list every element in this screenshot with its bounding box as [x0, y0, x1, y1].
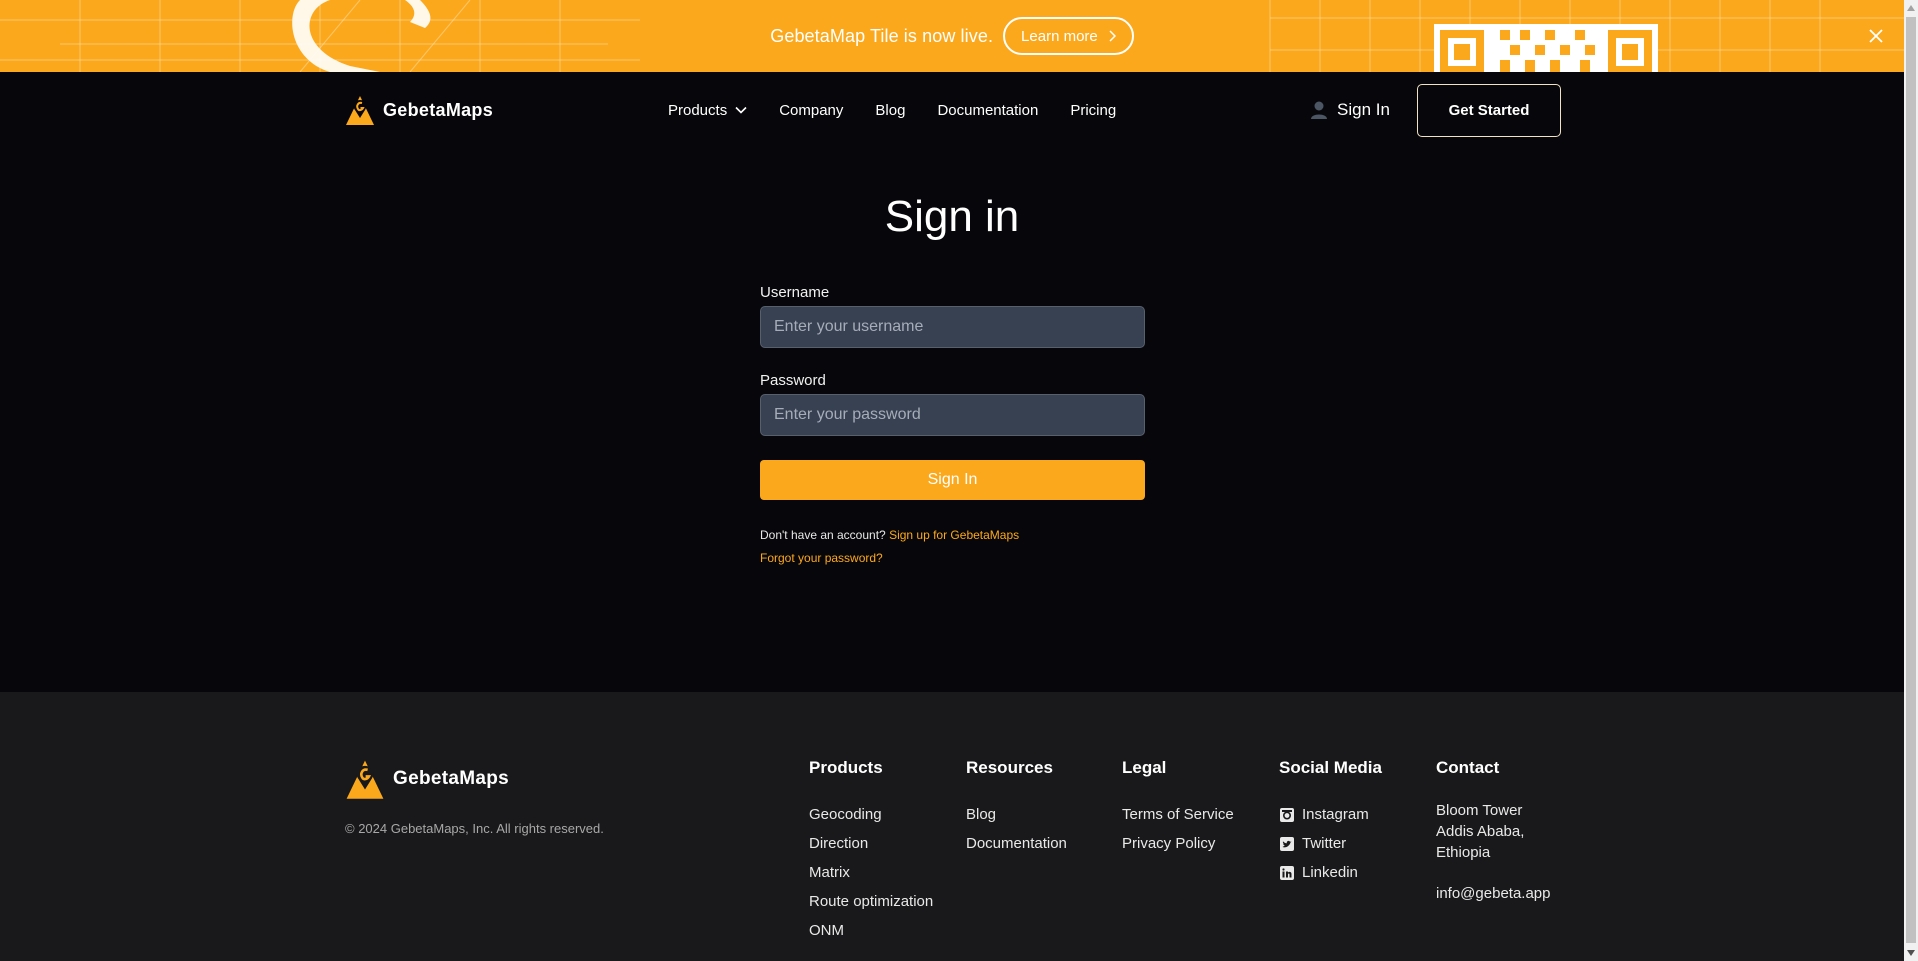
brand-name: GebetaMaps	[383, 99, 494, 120]
banner-text: GebetaMap Tile is now live.	[770, 25, 994, 46]
password-input[interactable]	[760, 394, 1145, 436]
learn-more-button[interactable]: Learn more	[1003, 17, 1134, 55]
nav-company[interactable]: Company	[779, 102, 843, 119]
nav-pricing[interactable]: Pricing	[1070, 102, 1116, 119]
page-title: Sign in	[884, 192, 1020, 241]
footer-link-documentation[interactable]: Documentation	[966, 829, 1067, 858]
footer-link-privacy[interactable]: Privacy Policy	[1122, 829, 1234, 858]
nav-blog[interactable]: Blog	[875, 102, 905, 119]
scroll-down-arrow[interactable]	[1904, 945, 1918, 961]
chevron-right-icon	[1109, 30, 1116, 42]
auth-links: Don't have an account? Sign up for Gebet…	[760, 524, 1145, 570]
scroll-up-icon	[1907, 5, 1915, 11]
header-sign-in-label: Sign In	[1337, 100, 1390, 119]
instagram-label: Instagram	[1302, 806, 1369, 823]
get-started-button[interactable]: Get Started	[1417, 84, 1561, 137]
footer-legal-column: Legal Terms of Service Privacy Policy	[1122, 758, 1234, 858]
scroll-up-arrow[interactable]	[1904, 0, 1918, 16]
sign-in-form: Username Password Sign In Don't have an …	[760, 284, 1145, 570]
nav-products-label: Products	[668, 101, 728, 119]
site-header: GebetaMaps Products Company Blog Documen…	[0, 72, 1904, 148]
scroll-down-icon	[1907, 950, 1915, 956]
site-footer: GebetaMaps © 2024 GebetaMaps, Inc. All r…	[0, 692, 1904, 961]
footer-link-blog[interactable]: Blog	[966, 800, 1067, 829]
footer-brand-name: GebetaMaps	[393, 768, 509, 789]
username-label: Username	[760, 284, 830, 301]
scroll-thumb[interactable]	[1906, 17, 1916, 943]
linkedin-label: Linkedin	[1302, 864, 1358, 881]
password-label: Password	[760, 372, 826, 389]
footer-products-title: Products	[809, 758, 883, 777]
footer-link-matrix[interactable]: Matrix	[809, 858, 933, 887]
chevron-down-icon	[735, 106, 747, 114]
copyright-text: © 2024 GebetaMaps, Inc. All rights reser…	[345, 821, 604, 836]
linkedin-icon	[1280, 865, 1294, 880]
password-field-group: Password	[760, 372, 1145, 436]
header-logo[interactable]: GebetaMaps	[345, 94, 493, 126]
footer-link-linkedin[interactable]: Linkedin	[1279, 858, 1382, 887]
footer-legal-title: Legal	[1122, 758, 1167, 777]
footer-link-terms[interactable]: Terms of Service	[1122, 800, 1234, 829]
footer-social-title: Social Media	[1279, 758, 1382, 777]
footer-resources-title: Resources	[966, 758, 1053, 777]
contact-address-line2: Addis Ababa,	[1436, 823, 1525, 840]
sign-up-link[interactable]: Sign up for GebetaMaps	[889, 528, 1019, 542]
footer-social-column: Social Media Instagram Twitter Linkedin	[1279, 758, 1382, 887]
twitter-label: Twitter	[1302, 835, 1347, 852]
learn-more-label: Learn more	[1021, 27, 1098, 45]
close-banner-button[interactable]	[1862, 22, 1890, 50]
nav-documentation[interactable]: Documentation	[937, 102, 1038, 119]
forgot-password-link[interactable]: Forgot your password?	[760, 551, 883, 565]
footer-contact-column: Contact Bloom Tower Addis Ababa, Ethiopi…	[1436, 758, 1551, 902]
contact-email-link[interactable]: info@gebeta.app	[1436, 885, 1551, 902]
instagram-icon	[1280, 807, 1294, 822]
footer-logo[interactable]: GebetaMaps	[345, 758, 509, 800]
footer-link-route-optimization[interactable]: Route optimization	[809, 887, 933, 916]
sign-in-submit-button[interactable]: Sign In	[760, 460, 1145, 500]
header-sign-in-link[interactable]: Sign In	[1309, 72, 1390, 148]
close-icon	[1869, 29, 1883, 43]
footer-link-geocoding[interactable]: Geocoding	[809, 800, 933, 829]
page-scrollbar[interactable]	[1904, 0, 1918, 961]
announcement-banner: GebetaMap Tile is now live. Learn more	[0, 0, 1904, 72]
footer-link-instagram[interactable]: Instagram	[1279, 800, 1382, 829]
gebeta-logo-icon	[346, 96, 374, 125]
nav-products[interactable]: Products	[668, 102, 747, 119]
username-field-group: Username	[760, 284, 1145, 348]
footer-link-direction[interactable]: Direction	[809, 829, 933, 858]
no-account-text: Don't have an account?	[760, 528, 886, 542]
footer-link-onm[interactable]: ONM	[809, 916, 933, 945]
contact-address-line1: Bloom Tower	[1436, 802, 1523, 819]
user-icon	[1311, 101, 1327, 119]
main-nav: Products Company Blog Documentation Pric…	[668, 72, 1116, 148]
footer-products-column: Products Geocoding Direction Matrix Rout…	[809, 758, 933, 945]
footer-link-twitter[interactable]: Twitter	[1279, 829, 1382, 858]
footer-contact-title: Contact	[1436, 758, 1500, 777]
sign-in-section: Sign in Username Password Sign In Don't …	[0, 148, 1904, 692]
gebeta-logo-icon	[346, 760, 384, 799]
contact-address-line3: Ethiopia	[1436, 844, 1491, 861]
username-input[interactable]	[760, 306, 1145, 348]
twitter-icon	[1280, 836, 1294, 851]
footer-resources-column: Resources Blog Documentation	[966, 758, 1067, 858]
